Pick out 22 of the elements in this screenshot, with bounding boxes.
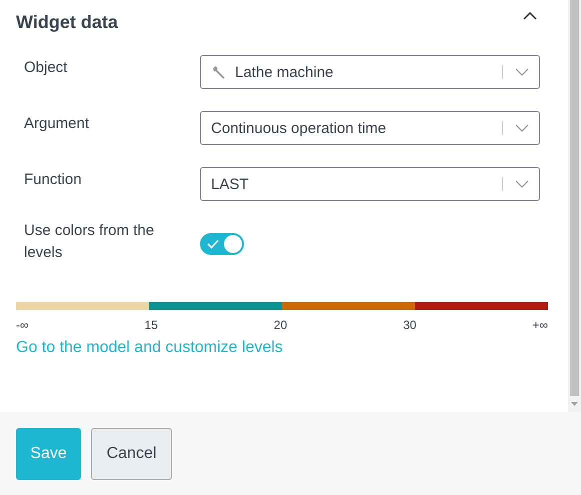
check-icon <box>207 239 219 249</box>
section-title: Widget data <box>16 12 118 33</box>
tick-label: -∞ <box>16 318 29 332</box>
tick-label: 20 <box>274 318 288 332</box>
field-label: Object <box>24 58 68 76</box>
cancel-button[interactable]: Cancel <box>91 428 172 480</box>
field-label: Argument <box>24 114 90 132</box>
chevron-down-icon <box>515 124 529 132</box>
scrollbar[interactable] <box>568 0 581 412</box>
chevron-up-icon[interactable] <box>523 12 537 20</box>
field-label: Function <box>24 170 83 188</box>
toggle-switch[interactable] <box>200 233 244 255</box>
tick-label: +∞ <box>532 318 548 332</box>
dropdown-field[interactable]: Continuous operation time <box>200 111 540 145</box>
tick-label: 30 <box>403 318 416 332</box>
toggle-label: Use colors from the levels <box>24 221 156 263</box>
wrench-icon <box>211 64 227 80</box>
tick-label: 15 <box>144 318 158 332</box>
chevron-down-icon <box>515 180 529 188</box>
dropdown-field[interactable]: Lathe machine <box>200 55 540 89</box>
chevron-down-icon <box>515 68 529 76</box>
dropdown-field[interactable]: LAST <box>200 167 540 201</box>
